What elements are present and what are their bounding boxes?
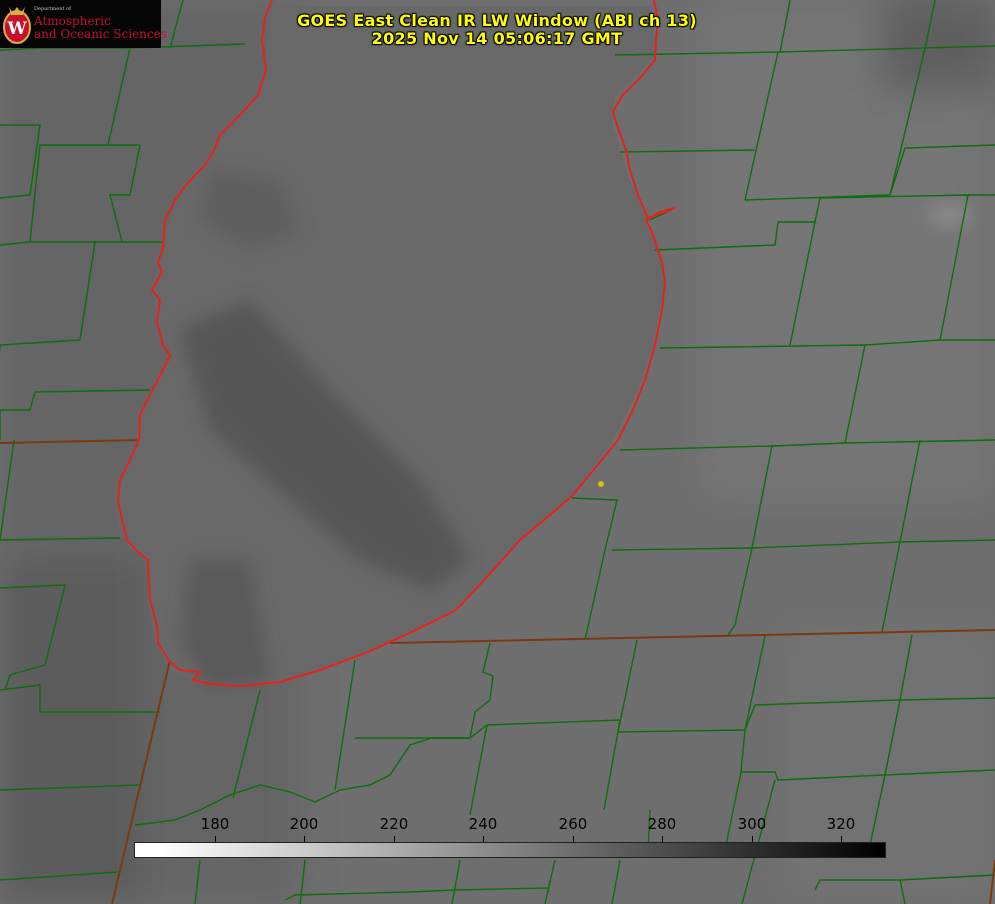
colorbar-tick-label: 240 — [468, 815, 498, 833]
colorbar-tick-mark — [841, 836, 842, 842]
colorbar-tick-label: 200 — [289, 815, 319, 833]
svg-text:W: W — [6, 19, 27, 39]
colorbar-tick-mark — [752, 836, 753, 842]
colorbar-tick-mark — [483, 836, 484, 842]
colorbar-tick-label: 320 — [826, 815, 856, 833]
colorbar-tick-mark — [662, 836, 663, 842]
logo-line-atmospheric: Atmospheric — [34, 14, 111, 28]
colorbar-tick-label: 180 — [200, 815, 230, 833]
temperature-colorbar — [134, 842, 886, 858]
colorbar-tick-label: 220 — [379, 815, 409, 833]
image-timestamp: 2025 Nov 14 05:06:17 GMT — [371, 29, 623, 48]
uw-aos-logo[interactable]: W Department of Atmospheric and Oceanic … — [0, 0, 167, 48]
colorbar-tick-mark — [394, 836, 395, 842]
logo-line-oceanic: and Oceanic Sciences — [34, 27, 167, 41]
image-title: GOES East Clean IR LW Window (ABI ch 13) — [297, 11, 697, 30]
colorbar-tick-label: 300 — [737, 815, 767, 833]
logo-department-text: Department of — [34, 6, 71, 12]
colorbar-tick-mark — [304, 836, 305, 842]
colorbar-tick-label: 260 — [558, 815, 588, 833]
satellite-ir-image — [0, 0, 995, 904]
colorbar-tick-mark — [573, 836, 574, 842]
colorbar-tick-label: 280 — [647, 815, 677, 833]
city-marker — [598, 481, 604, 487]
colorbar-tick-mark — [215, 836, 216, 842]
uw-crest-icon: W — [3, 7, 31, 44]
